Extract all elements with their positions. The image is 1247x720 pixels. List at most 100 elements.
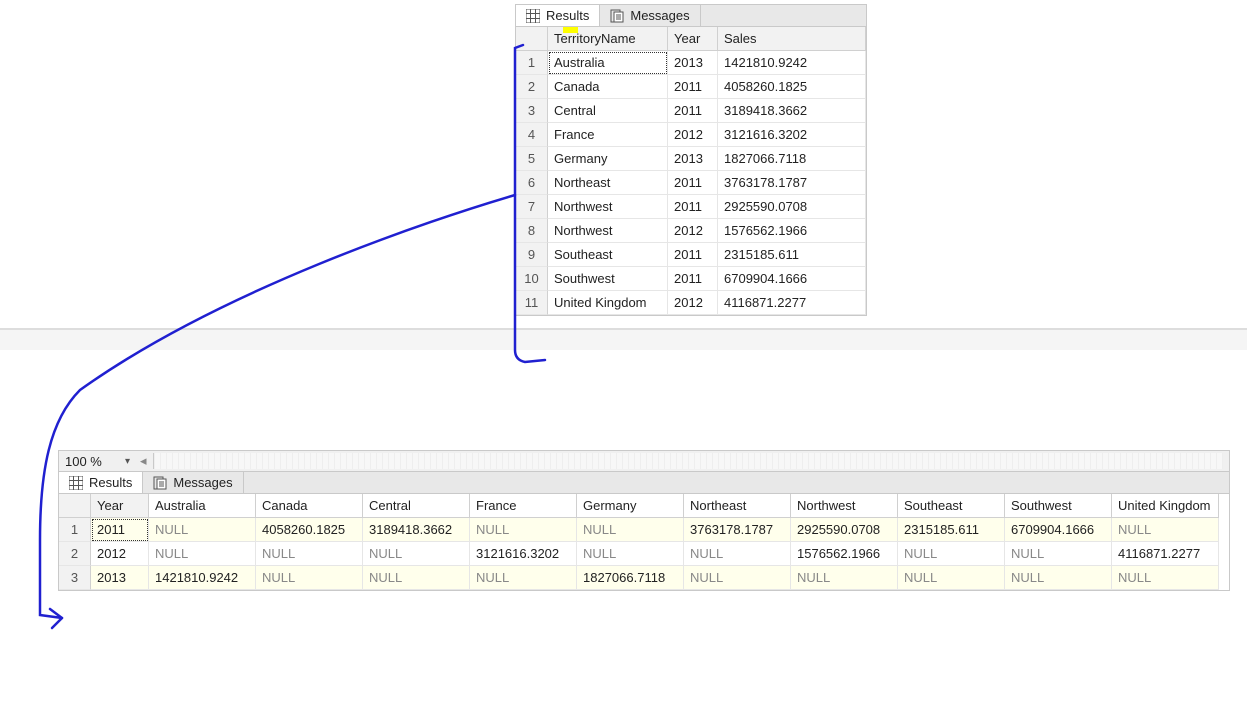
cell-sales[interactable]: 2925590.0708 [718, 195, 866, 219]
cell-year[interactable]: 2011 [668, 195, 718, 219]
cell-value[interactable]: NULL [684, 542, 791, 566]
row-number[interactable]: 5 [516, 147, 548, 171]
col-header[interactable]: Year [91, 494, 149, 518]
col-header[interactable]: Northwest [791, 494, 898, 518]
row-number[interactable]: 11 [516, 291, 548, 315]
cell-value[interactable]: NULL [1005, 542, 1112, 566]
col-header[interactable]: Australia [149, 494, 256, 518]
cell-territory[interactable]: Northeast [548, 171, 668, 195]
tab-results[interactable]: Results [59, 472, 143, 493]
cell-territory[interactable]: Germany [548, 147, 668, 171]
cell-value[interactable]: NULL [149, 518, 256, 542]
col-header[interactable]: Germany [577, 494, 684, 518]
cell-value[interactable]: NULL [470, 518, 577, 542]
cell-value[interactable]: 1421810.9242 [149, 566, 256, 590]
cell-value[interactable]: NULL [1112, 518, 1219, 542]
cell-year[interactable]: 2012 [91, 542, 149, 566]
cell-value[interactable]: 1576562.1966 [791, 542, 898, 566]
col-header[interactable]: Year [668, 27, 718, 51]
col-header[interactable]: Central [363, 494, 470, 518]
cell-territory[interactable]: Southeast [548, 243, 668, 267]
row-number[interactable]: 6 [516, 171, 548, 195]
cell-value[interactable]: 4058260.1825 [256, 518, 363, 542]
row-number[interactable]: 2 [516, 75, 548, 99]
tab-messages[interactable]: Messages [600, 5, 700, 26]
row-number[interactable]: 1 [59, 518, 91, 542]
cell-year[interactable]: 2012 [668, 123, 718, 147]
cell-value[interactable]: NULL [684, 566, 791, 590]
cell-year[interactable]: 2013 [91, 566, 149, 590]
cell-sales[interactable]: 1827066.7118 [718, 147, 866, 171]
cell-value[interactable]: 4116871.2277 [1112, 542, 1219, 566]
results-grid-top[interactable]: TerritoryNameYearSales1Australia20131421… [516, 27, 866, 315]
row-number[interactable]: 3 [59, 566, 91, 590]
cell-sales[interactable]: 1576562.1966 [718, 219, 866, 243]
cell-territory[interactable]: France [548, 123, 668, 147]
row-number[interactable]: 2 [59, 542, 91, 566]
cell-sales[interactable]: 3763178.1787 [718, 171, 866, 195]
cell-year[interactable]: 2011 [668, 267, 718, 291]
cell-value[interactable]: NULL [470, 566, 577, 590]
cell-value[interactable]: 3763178.1787 [684, 518, 791, 542]
cell-year[interactable]: 2011 [668, 243, 718, 267]
tab-results[interactable]: Results [516, 5, 600, 26]
cell-year[interactable]: 2012 [668, 219, 718, 243]
cell-value[interactable]: NULL [898, 566, 1005, 590]
cell-territory[interactable]: Northwest [548, 219, 668, 243]
cell-value[interactable]: 1827066.7118 [577, 566, 684, 590]
cell-sales[interactable]: 3189418.3662 [718, 99, 866, 123]
scroll-left-icon[interactable]: ◂ [140, 453, 147, 469]
col-header[interactable]: Southwest [1005, 494, 1112, 518]
cell-value[interactable]: NULL [256, 566, 363, 590]
cell-value[interactable]: 3189418.3662 [363, 518, 470, 542]
cell-sales[interactable]: 3121616.3202 [718, 123, 866, 147]
cell-territory[interactable]: United Kingdom [548, 291, 668, 315]
tab-messages[interactable]: Messages [143, 472, 243, 493]
cell-year[interactable]: 2011 [668, 75, 718, 99]
cell-value[interactable]: NULL [791, 566, 898, 590]
col-header[interactable]: Canada [256, 494, 363, 518]
cell-territory[interactable]: Southwest [548, 267, 668, 291]
horizontal-scrollbar[interactable] [153, 453, 1223, 469]
cell-value[interactable]: NULL [256, 542, 363, 566]
col-header[interactable]: Sales [718, 27, 866, 51]
cell-value[interactable]: 6709904.1666 [1005, 518, 1112, 542]
row-number[interactable]: 1 [516, 51, 548, 75]
cell-sales[interactable]: 4116871.2277 [718, 291, 866, 315]
cell-value[interactable]: NULL [577, 518, 684, 542]
row-number[interactable]: 9 [516, 243, 548, 267]
row-number[interactable]: 7 [516, 195, 548, 219]
cell-year[interactable]: 2013 [668, 51, 718, 75]
cell-sales[interactable]: 2315185.611 [718, 243, 866, 267]
cell-territory[interactable]: Canada [548, 75, 668, 99]
col-header[interactable]: United Kingdom [1112, 494, 1219, 518]
cell-value[interactable]: NULL [898, 542, 1005, 566]
col-header[interactable]: Southeast [898, 494, 1005, 518]
zoom-dropdown[interactable]: ▾ [121, 456, 134, 467]
cell-year[interactable]: 2013 [668, 147, 718, 171]
row-number[interactable]: 3 [516, 99, 548, 123]
row-number[interactable]: 8 [516, 219, 548, 243]
cell-value[interactable]: NULL [577, 542, 684, 566]
cell-value[interactable]: NULL [363, 566, 470, 590]
cell-value[interactable]: NULL [363, 542, 470, 566]
cell-territory[interactable]: Northwest [548, 195, 668, 219]
col-header[interactable]: France [470, 494, 577, 518]
cell-year[interactable]: 2011 [668, 171, 718, 195]
row-number[interactable]: 10 [516, 267, 548, 291]
cell-year[interactable]: 2011 [668, 99, 718, 123]
cell-value[interactable]: 2315185.611 [898, 518, 1005, 542]
cell-sales[interactable]: 6709904.1666 [718, 267, 866, 291]
row-number[interactable]: 4 [516, 123, 548, 147]
cell-value[interactable]: 2925590.0708 [791, 518, 898, 542]
cell-value[interactable]: NULL [1005, 566, 1112, 590]
cell-sales[interactable]: 4058260.1825 [718, 75, 866, 99]
cell-territory[interactable]: Central [548, 99, 668, 123]
cell-year[interactable]: 2011 [91, 518, 149, 542]
results-grid-bottom[interactable]: YearAustraliaCanadaCentralFranceGermanyN… [59, 494, 1229, 590]
cell-territory[interactable]: Australia [548, 51, 668, 75]
cell-value[interactable]: NULL [1112, 566, 1219, 590]
cell-year[interactable]: 2012 [668, 291, 718, 315]
cell-value[interactable]: 3121616.3202 [470, 542, 577, 566]
cell-sales[interactable]: 1421810.9242 [718, 51, 866, 75]
